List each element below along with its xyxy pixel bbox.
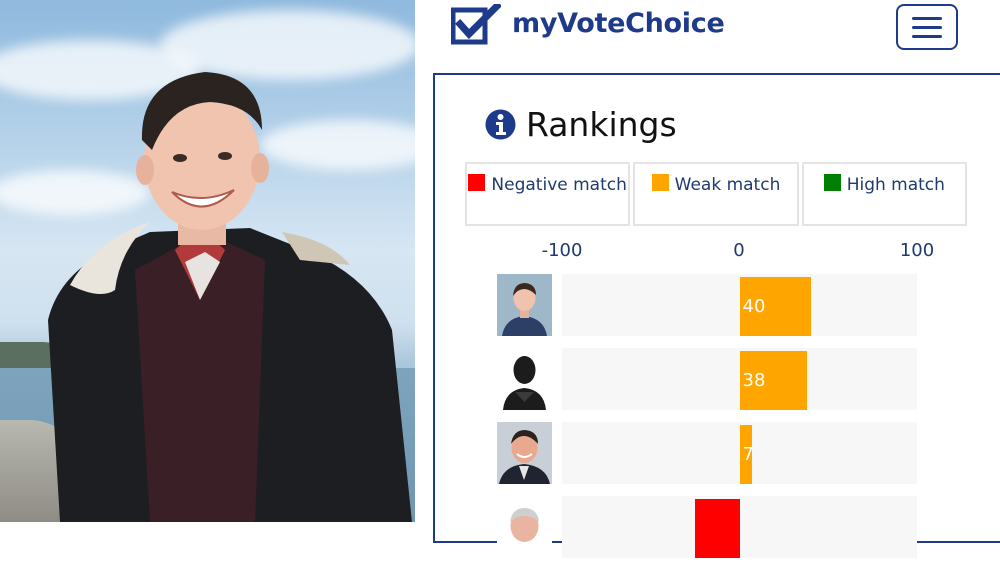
- axis-tick-zero: 0: [733, 240, 745, 261]
- rankings-title: Rankings: [526, 105, 677, 144]
- candidate-row[interactable]: 38: [435, 348, 1000, 410]
- candidate-photo-young-man[interactable]: [497, 274, 552, 336]
- info-icon: [485, 109, 516, 140]
- candidate-row[interactable]: 7: [435, 422, 1000, 484]
- score-label: 40: [742, 296, 766, 317]
- legend-label: Negative match: [491, 175, 627, 195]
- candidate-photo-older-man[interactable]: [497, 496, 552, 558]
- score-track: 7: [562, 422, 917, 484]
- anonymous-silhouette[interactable]: [497, 348, 552, 410]
- axis-tick-max: 100: [899, 240, 935, 261]
- legend-high-match: High match: [801, 162, 967, 226]
- hamburger-menu-icon: [912, 17, 942, 20]
- weak-swatch: [651, 174, 669, 191]
- score-label: 7: [742, 444, 754, 465]
- high-swatch: [823, 174, 841, 191]
- legend-label: High match: [846, 175, 945, 195]
- profile-photo: [0, 0, 415, 522]
- score-track: 38: [562, 348, 917, 410]
- rankings-card: Rankings Negative match Weak match High …: [433, 73, 1000, 558]
- axis-tick-min: -100: [541, 240, 583, 261]
- website-panel: myVoteChoice Rankings Negative match Wea…: [415, 0, 1000, 558]
- score-label: 38: [742, 370, 766, 391]
- brand-name[interactable]: myVoteChoice: [512, 8, 725, 39]
- legend-negative-match: Negative match: [465, 162, 631, 226]
- legend: Negative match Weak match High match: [465, 162, 967, 226]
- legend-weak-match: Weak match: [633, 162, 799, 226]
- score-track: [562, 496, 917, 558]
- score-track: 40: [562, 274, 917, 336]
- negative-swatch: [468, 174, 486, 191]
- candidate-photo-man-suit[interactable]: [497, 422, 552, 484]
- legend-label: Weak match: [674, 175, 781, 195]
- candidate-row[interactable]: 40: [435, 274, 1000, 336]
- candidate-row[interactable]: [435, 496, 1000, 558]
- hamburger-menu-button[interactable]: [896, 4, 958, 50]
- score-bar: [695, 499, 740, 558]
- checkbox-logo-icon[interactable]: [451, 4, 501, 46]
